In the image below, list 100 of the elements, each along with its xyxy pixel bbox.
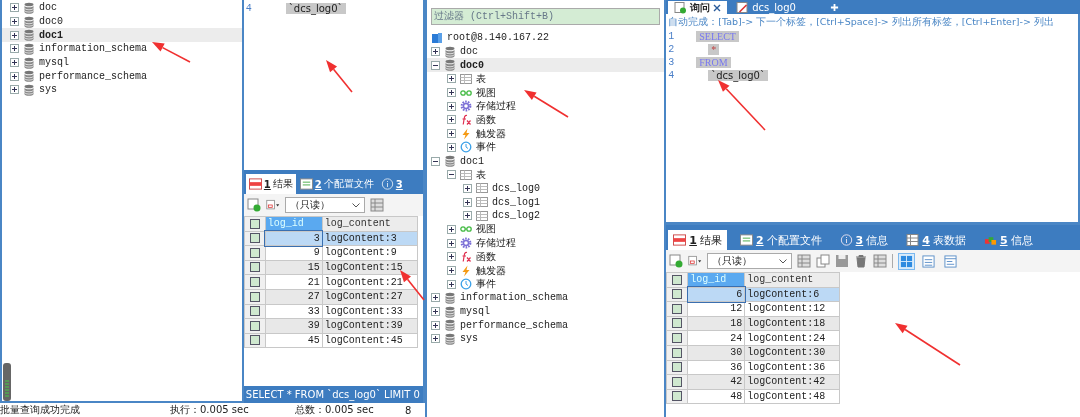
mode-select[interactable]: （只读）	[707, 253, 793, 269]
tree-item[interactable]: dcs_log0	[492, 182, 540, 194]
tree-item[interactable]: 事件	[476, 140, 496, 155]
tree-item[interactable]: 函数	[476, 249, 496, 264]
row-checkbox[interactable]	[249, 247, 260, 258]
expand-toggle[interactable]	[447, 101, 456, 111]
tree-item[interactable]: doc0	[39, 16, 63, 28]
mode-select[interactable]: （只读）	[284, 197, 365, 213]
tree-item[interactable]: dcs_log1	[492, 196, 540, 208]
expand-toggle[interactable]	[431, 320, 440, 330]
expand-toggle[interactable]	[447, 224, 456, 234]
expand-toggle[interactable]	[10, 71, 19, 81]
tree-item[interactable]: performance_schema	[39, 70, 148, 82]
expand-toggle[interactable]	[447, 129, 456, 139]
expand-toggle[interactable]	[10, 30, 19, 40]
tree-item[interactable]: doc1	[39, 29, 63, 41]
expand-toggle[interactable]	[10, 17, 19, 27]
expand-toggle[interactable]	[447, 74, 456, 84]
expand-toggle[interactable]	[463, 211, 472, 221]
expand-toggle[interactable]	[10, 3, 19, 13]
expand-toggle[interactable]	[431, 293, 440, 303]
row-checkbox[interactable]	[249, 335, 260, 346]
tree-item[interactable]: information_schema	[39, 43, 148, 55]
row-checkbox[interactable]	[249, 306, 260, 317]
expand-toggle[interactable]	[447, 170, 456, 180]
expand-toggle[interactable]	[431, 60, 440, 70]
tree-item[interactable]: performance_schema	[460, 319, 569, 331]
tree-item[interactable]: 存储过程	[476, 236, 516, 251]
grid-dropdown-icon[interactable]	[688, 254, 703, 268]
result-tab[interactable]: 5 信息	[978, 230, 1038, 250]
row-checkbox[interactable]	[249, 291, 260, 302]
expand-toggle[interactable]	[431, 47, 440, 57]
result-tab[interactable]: 3	[377, 174, 406, 194]
tree-item[interactable]: sys	[39, 84, 57, 96]
expand-toggle[interactable]	[463, 197, 472, 207]
result-tab[interactable]: 2 个配置文件	[734, 230, 827, 250]
close-icon[interactable]	[713, 3, 722, 12]
row-checkbox[interactable]	[672, 318, 683, 329]
tree-item[interactable]: 表	[476, 71, 486, 86]
tree-item[interactable]: information_schema	[460, 292, 569, 304]
add-row-icon[interactable]	[669, 254, 684, 268]
tree-item[interactable]: mysql	[39, 57, 69, 69]
row-checkbox[interactable]	[672, 362, 683, 373]
result-tab[interactable]: 4 表数据	[901, 230, 971, 250]
tree-item[interactable]: doc	[460, 46, 478, 58]
row-checkbox[interactable]	[672, 274, 683, 285]
tree-item[interactable]: 触发器	[476, 126, 506, 141]
tree-item[interactable]: 视图	[476, 85, 496, 100]
tree-item[interactable]: 存储过程	[476, 99, 516, 114]
expand-toggle[interactable]	[10, 58, 19, 68]
expand-toggle[interactable]	[447, 142, 456, 152]
expand-toggle[interactable]	[10, 85, 19, 95]
tree-item[interactable]: doc0	[460, 59, 484, 71]
expand-toggle[interactable]	[431, 334, 440, 344]
add-row-icon[interactable]	[246, 198, 261, 212]
tree-item[interactable]: mysql	[460, 306, 490, 318]
save-icon[interactable]	[835, 254, 850, 268]
new-tab-icon[interactable]	[829, 3, 839, 12]
expand-toggle[interactable]	[463, 183, 472, 193]
result-tab[interactable]: 2 个配置文件	[296, 174, 377, 194]
tree-item[interactable]: doc1	[460, 155, 484, 167]
row-checkbox[interactable]	[249, 218, 260, 229]
chevron-icon[interactable]	[779, 258, 788, 264]
grid-dropdown-icon[interactable]	[265, 198, 280, 212]
result-tab[interactable]: 1 结果	[245, 174, 296, 194]
expand-toggle[interactable]	[447, 252, 456, 262]
expand-toggle[interactable]	[447, 88, 456, 98]
tree-item[interactable]: dcs_log2	[492, 210, 540, 222]
column-header[interactable]: log_content	[744, 272, 840, 288]
tree-item[interactable]: 表	[476, 167, 486, 182]
tree-item[interactable]: 触发器	[476, 263, 506, 278]
tree-item[interactable]: 视图	[476, 222, 496, 237]
tree-item[interactable]: doc	[39, 2, 57, 14]
form-view-button[interactable]	[920, 252, 938, 270]
expand-toggle[interactable]	[447, 115, 456, 125]
editor-tab[interactable]: dcs_log0	[730, 1, 802, 14]
expand-toggle[interactable]	[431, 156, 440, 166]
row-checkbox[interactable]	[249, 233, 260, 244]
text-view-button[interactable]	[942, 252, 960, 270]
tree-item[interactable]: sys	[460, 333, 478, 345]
row-checkbox[interactable]	[672, 391, 683, 402]
expand-toggle[interactable]	[447, 266, 456, 276]
expand-toggle[interactable]	[447, 279, 456, 289]
connection-label[interactable]: root@8.140.167.22	[447, 32, 550, 44]
row-checkbox[interactable]	[249, 277, 260, 288]
filter-field[interactable]: 过滤器 (Ctrl+Shift+B)	[431, 8, 661, 25]
row-checkbox[interactable]	[672, 289, 683, 300]
result-tab[interactable]: 1 结果	[668, 230, 727, 250]
expand-toggle[interactable]	[431, 307, 440, 317]
grid-view-button[interactable]	[898, 252, 916, 270]
result-tab[interactable]: 3 信息	[834, 230, 894, 250]
row-checkbox[interactable]	[672, 303, 683, 314]
row-checkbox[interactable]	[249, 262, 260, 273]
row-checkbox[interactable]	[672, 376, 683, 387]
row-checkbox[interactable]	[249, 320, 260, 331]
row-checkbox[interactable]	[672, 347, 683, 358]
expand-toggle[interactable]	[447, 238, 456, 248]
trash-icon[interactable]	[854, 254, 869, 268]
chevron-icon[interactable]	[351, 202, 360, 208]
column-header[interactable]: log_content	[322, 216, 418, 232]
